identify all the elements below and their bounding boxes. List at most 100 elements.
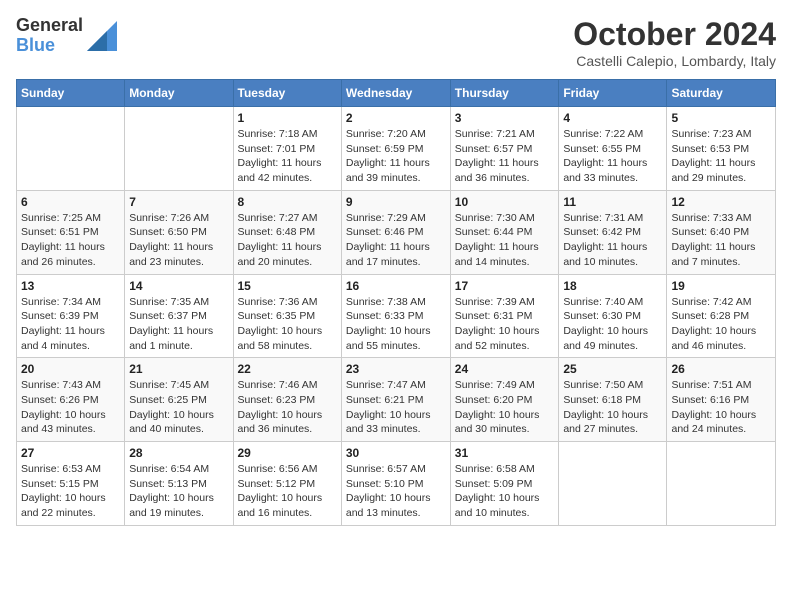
calendar-cell: 22 Sunrise: 7:46 AMSunset: 6:23 PMDayligh… <box>233 358 341 442</box>
day-number: 24 <box>455 362 555 376</box>
day-number: 11 <box>563 195 662 209</box>
calendar-cell: 14 Sunrise: 7:35 AMSunset: 6:37 PMDayligh… <box>125 274 233 358</box>
day-number: 30 <box>346 446 446 460</box>
day-info: Sunrise: 7:47 AMSunset: 6:21 PMDaylight:… <box>346 378 446 437</box>
calendar-body: 1 Sunrise: 7:18 AMSunset: 7:01 PMDaylight… <box>17 107 776 526</box>
calendar-cell: 19 Sunrise: 7:42 AMSunset: 6:28 PMDayligh… <box>667 274 776 358</box>
day-info: Sunrise: 7:43 AMSunset: 6:26 PMDaylight:… <box>21 378 120 437</box>
day-number: 12 <box>671 195 771 209</box>
calendar-week-3: 13Sunrise: 7:34 AMSunset: 6:39 PMDayligh… <box>17 274 776 358</box>
day-number: 4 <box>563 111 662 125</box>
day-info: Sunrise: 6:57 AMSunset: 5:10 PMDaylight:… <box>346 462 446 521</box>
calendar-cell: 18 Sunrise: 7:40 AMSunset: 6:30 PMDayligh… <box>559 274 667 358</box>
day-number: 13 <box>21 279 120 293</box>
day-info: Sunrise: 7:42 AMSunset: 6:28 PMDaylight:… <box>671 295 771 354</box>
day-number: 22 <box>238 362 337 376</box>
calendar-week-2: 6 Sunrise: 7:25 AMSunset: 6:51 PMDaylight… <box>17 190 776 274</box>
calendar-cell: 28Sunrise: 6:54 AMSunset: 5:13 PMDayligh… <box>125 442 233 526</box>
calendar-cell <box>125 107 233 191</box>
calendar-cell: 9 Sunrise: 7:29 AMSunset: 6:46 PMDaylight… <box>341 190 450 274</box>
calendar-cell: 3 Sunrise: 7:21 AMSunset: 6:57 PMDaylight… <box>450 107 559 191</box>
day-number: 8 <box>238 195 337 209</box>
day-number: 21 <box>129 362 228 376</box>
day-info: Sunrise: 7:30 AMSunset: 6:44 PMDaylight:… <box>455 211 555 270</box>
calendar-cell: 2 Sunrise: 7:20 AMSunset: 6:59 PMDaylight… <box>341 107 450 191</box>
day-info: Sunrise: 7:35 AMSunset: 6:37 PMDaylight:… <box>129 295 228 354</box>
calendar-cell: 10 Sunrise: 7:30 AMSunset: 6:44 PMDayligh… <box>450 190 559 274</box>
day-number: 27 <box>21 446 120 460</box>
day-info: Sunrise: 7:40 AMSunset: 6:30 PMDaylight:… <box>563 295 662 354</box>
calendar-week-5: 27 Sunrise: 6:53 AMSunset: 5:15 PMDayligh… <box>17 442 776 526</box>
day-info: Sunrise: 6:58 AMSunset: 5:09 PMDaylight:… <box>455 462 555 521</box>
day-number: 1 <box>238 111 337 125</box>
day-number: 29 <box>238 446 337 460</box>
calendar-cell: 24Sunrise: 7:49 AMSunset: 6:20 PMDayligh… <box>450 358 559 442</box>
calendar-cell: 23 Sunrise: 7:47 AMSunset: 6:21 PMDayligh… <box>341 358 450 442</box>
weekday-header-tuesday: Tuesday <box>233 80 341 107</box>
calendar-cell: 1 Sunrise: 7:18 AMSunset: 7:01 PMDaylight… <box>233 107 341 191</box>
day-info: Sunrise: 6:56 AMSunset: 5:12 PMDaylight:… <box>238 462 337 521</box>
day-number: 20 <box>21 362 120 376</box>
calendar-week-4: 20 Sunrise: 7:43 AMSunset: 6:26 PMDayligh… <box>17 358 776 442</box>
day-info: Sunrise: 7:21 AMSunset: 6:57 PMDaylight:… <box>455 127 555 186</box>
day-info: Sunrise: 7:18 AMSunset: 7:01 PMDaylight:… <box>238 127 337 186</box>
calendar-cell <box>667 442 776 526</box>
calendar-cell: 21 Sunrise: 7:45 AMSunset: 6:25 PMDayligh… <box>125 358 233 442</box>
calendar-cell: 25 Sunrise: 7:50 AMSunset: 6:18 PMDayligh… <box>559 358 667 442</box>
day-info: Sunrise: 7:23 AMSunset: 6:53 PMDaylight:… <box>671 127 771 186</box>
day-info: Sunrise: 7:46 AMSunset: 6:23 PMDaylight:… <box>238 378 337 437</box>
day-number: 14 <box>129 279 228 293</box>
day-info: Sunrise: 7:39 AMSunset: 6:31 PMDaylight:… <box>455 295 555 354</box>
calendar-cell: 27 Sunrise: 6:53 AMSunset: 5:15 PMDayligh… <box>17 442 125 526</box>
day-number: 9 <box>346 195 446 209</box>
weekday-header-monday: Monday <box>125 80 233 107</box>
calendar-cell <box>559 442 667 526</box>
day-number: 2 <box>346 111 446 125</box>
calendar-cell: 30 Sunrise: 6:57 AMSunset: 5:10 PMDayligh… <box>341 442 450 526</box>
day-number: 3 <box>455 111 555 125</box>
weekday-header-thursday: Thursday <box>450 80 559 107</box>
weekday-header-saturday: Saturday <box>667 80 776 107</box>
day-info: Sunrise: 7:25 AMSunset: 6:51 PMDaylight:… <box>21 211 120 270</box>
day-info: Sunrise: 7:36 AMSunset: 6:35 PMDaylight:… <box>238 295 337 354</box>
calendar-cell: 31 Sunrise: 6:58 AMSunset: 5:09 PMDayligh… <box>450 442 559 526</box>
day-number: 6 <box>21 195 120 209</box>
day-number: 10 <box>455 195 555 209</box>
weekday-header-row: SundayMondayTuesdayWednesdayThursdayFrid… <box>17 80 776 107</box>
calendar-cell: 13Sunrise: 7:34 AMSunset: 6:39 PMDayligh… <box>17 274 125 358</box>
day-number: 31 <box>455 446 555 460</box>
day-info: Sunrise: 7:29 AMSunset: 6:46 PMDaylight:… <box>346 211 446 270</box>
day-info: Sunrise: 7:27 AMSunset: 6:48 PMDaylight:… <box>238 211 337 270</box>
calendar-cell <box>17 107 125 191</box>
day-number: 19 <box>671 279 771 293</box>
calendar-cell: 26Sunrise: 7:51 AMSunset: 6:16 PMDayligh… <box>667 358 776 442</box>
logo-general-text: General <box>16 16 83 36</box>
day-info: Sunrise: 6:53 AMSunset: 5:15 PMDaylight:… <box>21 462 120 521</box>
day-info: Sunrise: 7:50 AMSunset: 6:18 PMDaylight:… <box>563 378 662 437</box>
calendar-cell: 29 Sunrise: 6:56 AMSunset: 5:12 PMDayligh… <box>233 442 341 526</box>
day-info: Sunrise: 7:26 AMSunset: 6:50 PMDaylight:… <box>129 211 228 270</box>
day-info: Sunrise: 7:22 AMSunset: 6:55 PMDaylight:… <box>563 127 662 186</box>
logo-blue-text: Blue <box>16 36 83 56</box>
calendar-cell: 17Sunrise: 7:39 AMSunset: 6:31 PMDayligh… <box>450 274 559 358</box>
day-info: Sunrise: 7:45 AMSunset: 6:25 PMDaylight:… <box>129 378 228 437</box>
day-number: 25 <box>563 362 662 376</box>
day-number: 18 <box>563 279 662 293</box>
day-info: Sunrise: 7:31 AMSunset: 6:42 PMDaylight:… <box>563 211 662 270</box>
calendar-cell: 20 Sunrise: 7:43 AMSunset: 6:26 PMDayligh… <box>17 358 125 442</box>
calendar-cell: 11 Sunrise: 7:31 AMSunset: 6:42 PMDayligh… <box>559 190 667 274</box>
day-info: Sunrise: 7:51 AMSunset: 6:16 PMDaylight:… <box>671 378 771 437</box>
weekday-header-wednesday: Wednesday <box>341 80 450 107</box>
title-section: October 2024 Castelli Calepio, Lombardy,… <box>573 16 776 69</box>
day-number: 16 <box>346 279 446 293</box>
calendar-cell: 7Sunrise: 7:26 AMSunset: 6:50 PMDaylight… <box>125 190 233 274</box>
calendar: SundayMondayTuesdayWednesdayThursdayFrid… <box>16 79 776 526</box>
weekday-header-sunday: Sunday <box>17 80 125 107</box>
day-number: 23 <box>346 362 446 376</box>
calendar-cell: 12 Sunrise: 7:33 AMSunset: 6:40 PMDayligh… <box>667 190 776 274</box>
month-title: October 2024 <box>573 16 776 53</box>
day-info: Sunrise: 7:33 AMSunset: 6:40 PMDaylight:… <box>671 211 771 270</box>
day-info: Sunrise: 7:38 AMSunset: 6:33 PMDaylight:… <box>346 295 446 354</box>
day-info: Sunrise: 7:20 AMSunset: 6:59 PMDaylight:… <box>346 127 446 186</box>
calendar-cell: 15Sunrise: 7:36 AMSunset: 6:35 PMDayligh… <box>233 274 341 358</box>
